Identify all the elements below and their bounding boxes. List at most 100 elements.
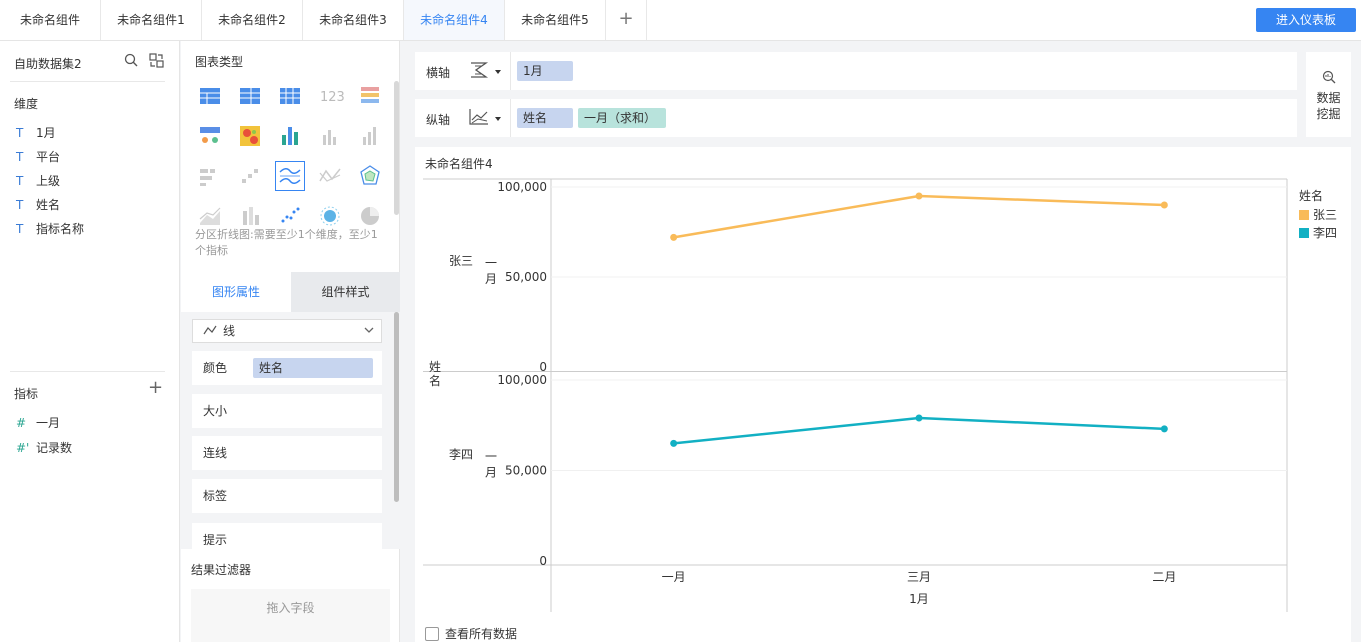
tab-component-style[interactable]: 组件样式 [291,272,400,312]
x-axis-bar: 横轴 1月 [415,52,1297,90]
field-label: 1月 [36,126,56,140]
heatmap-icon[interactable] [235,121,265,151]
y-tick-label: 50,000 [505,464,547,478]
text-type-icon: T [16,126,24,140]
dimension-field[interactable]: T 指标名称 [16,219,84,239]
dimension-field[interactable]: T 1月 [16,123,56,143]
dataset-title[interactable]: 自助数据集2 [14,55,82,72]
chart-type-title: 图表类型 [195,55,244,69]
stacked-bar-icon[interactable] [275,121,305,151]
detail-table-icon[interactable] [355,81,385,111]
dimension-field[interactable]: T 平台 [16,147,60,167]
measure-field[interactable]: # 一月 [16,413,60,433]
data-point [670,233,678,241]
data-mining-button[interactable]: 数据 挖掘 [1306,52,1351,137]
add-measure-button[interactable]: + [148,379,163,397]
size-property[interactable]: 大小 [192,394,382,428]
data-mining-label: 数据 挖掘 [1306,90,1351,122]
multi-metric-icon[interactable] [195,121,225,151]
connect-property[interactable]: 连线 [192,436,382,470]
mark-type-label: 线 [223,324,236,338]
filter-drop-zone[interactable]: 拖入字段 [191,589,390,642]
dimension-field[interactable]: T 姓名 [16,195,60,215]
result-filter-title: 结果过滤器 [191,563,252,577]
caret-down-icon[interactable] [495,70,501,74]
panel-ylabel-char: 月 [485,466,497,480]
switch-dataset-icon[interactable] [149,53,164,71]
caret-down-icon[interactable] [495,117,501,121]
legend-label: 李四 [1313,226,1338,240]
tooltip-property[interactable]: 提示 [192,523,382,549]
legend-label: 张三 [1313,208,1338,222]
table-chart-icon[interactable] [195,81,225,111]
legend-swatch [1299,210,1309,220]
x-tick-label: 三月 [907,570,931,584]
property-tabs: 图形属性 组件样式 [181,272,400,312]
y-tick-label: 100,000 [497,180,547,194]
y-axis-measure-chip[interactable]: 一月（求和） [578,108,666,128]
tab-component-5[interactable]: 未命名组件5 [505,0,606,40]
line-chart-icon[interactable] [315,161,345,191]
legend-title: 姓名 [1299,189,1324,203]
panel-ylabel-char: 一 [485,256,497,270]
x-axis-field-chip[interactable]: 1月 [517,61,573,81]
search-icon[interactable] [124,53,138,70]
y-tick-label: 50,000 [505,270,547,284]
tab-component-4[interactable]: 未命名组件4 [404,0,505,40]
axis-chart-icon[interactable] [468,107,490,130]
axis-sort-icon[interactable] [468,60,490,83]
view-all-checkbox[interactable] [425,627,439,641]
dimension-section-label: 维度 [14,97,39,111]
enter-dashboard-button[interactable]: 进入仪表板 [1256,8,1356,32]
divider [510,52,511,90]
y-axis-bar: 纵轴 姓名 一月（求和） [415,99,1297,137]
data-point [1160,425,1168,433]
chart-type-scrollbar[interactable] [394,81,399,215]
x-tick-label: 一月 [662,570,686,584]
connect-label: 连线 [203,446,228,460]
calc-number-type-icon: #' [16,441,30,455]
bar-chart-icon[interactable] [315,121,345,151]
color-field-chip[interactable]: 姓名 [253,358,373,378]
view-all-label: 查看所有数据 [445,627,518,641]
range-bar-icon[interactable] [235,161,265,191]
kpi-number-icon[interactable]: 123 [315,81,345,111]
group-table-icon[interactable] [235,81,265,111]
data-mining-line2: 挖掘 [1316,107,1341,121]
text-type-icon: T [16,150,24,164]
chevron-down-icon [363,320,375,349]
partition-line-icon[interactable] [275,161,305,191]
tab-component-1[interactable]: 未命名组件1 [101,0,202,40]
divider [510,99,511,137]
measure-field[interactable]: #' 记录数 [16,438,72,458]
field-label: 平台 [36,150,61,164]
grouped-bar-icon[interactable] [355,121,385,151]
panel-ylabel-char: 月 [485,272,497,286]
tag-property[interactable]: 标签 [192,479,382,513]
tab-component-2[interactable]: 未命名组件2 [202,0,303,40]
y-axis-field-chip[interactable]: 姓名 [517,108,573,128]
tab-shape-properties[interactable]: 图形属性 [181,272,291,312]
line-mark-icon [203,324,223,338]
text-type-icon: T [16,222,24,236]
horizontal-bar-icon[interactable] [195,161,225,191]
radar-chart-icon[interactable] [355,161,385,191]
chart-type-hint: 分区折线图:需要至少1个维度，至少1个指标 [195,228,378,257]
dataset-panel: 自助数据集2 维度 T 1月 T 平台 T 上级 T 姓名 T 指标名称 指标 + # 一月… [0,41,180,642]
field-label: 记录数 [36,441,73,455]
cross-table-icon[interactable] [275,81,305,111]
y-tick-label: 0 [539,554,547,568]
mark-type-select[interactable]: 线 [192,319,382,343]
tab-component-3[interactable]: 未命名组件3 [303,0,404,40]
legend-item-lisi[interactable]: 李四 [1299,225,1337,241]
shape-properties: 线 颜色 姓名 大小 连线 标签 提示 [181,312,400,549]
dimension-field[interactable]: T 上级 [16,171,60,191]
property-scrollbar[interactable] [394,312,399,502]
legend-item-zhangsan[interactable]: 张三 [1299,207,1337,223]
tab-component-0[interactable]: 未命名组件 [0,0,101,40]
data-point [915,414,923,422]
add-tab-button[interactable]: + [606,0,647,40]
partition-line-chart[interactable]: 050,000100,000张三 一月050,000100,000李四 一月姓名一月… [415,147,1351,617]
color-property[interactable]: 颜色 姓名 [192,351,382,385]
view-all-data[interactable]: 查看所有数据 [425,625,517,642]
